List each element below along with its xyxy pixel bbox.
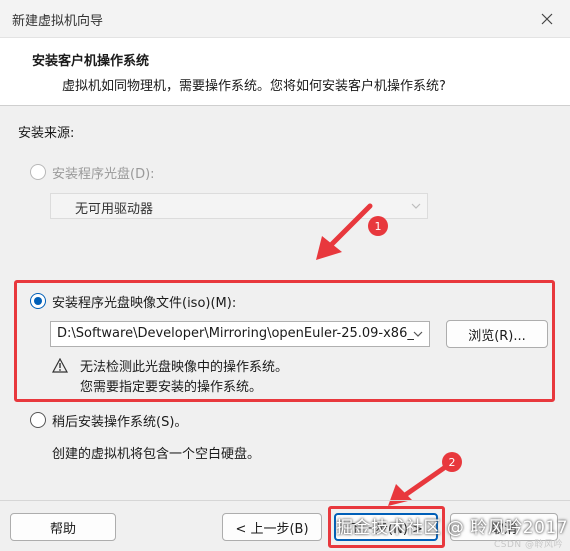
install-later-description: 创建的虚拟机将包含一个空白硬盘。 [52, 447, 261, 462]
iso-path-combobox[interactable]: D:\Software\Developer\Mirroring\openEule… [50, 321, 430, 347]
disc-drive-value: 无可用驱动器 [75, 202, 154, 217]
step-badge-1: 1 [368, 216, 388, 236]
disc-radio-label: 安装程序光盘(D): [52, 167, 155, 182]
footer-divider [0, 500, 570, 501]
install-later-radio[interactable] [30, 412, 46, 428]
iso-radio[interactable] [30, 293, 46, 309]
iso-path-value: D:\Software\Developer\Mirroring\openEule… [57, 326, 414, 341]
warning-icon [52, 358, 68, 373]
watermark-text: 掘金技术社区 @ 聆风吟2017 [336, 518, 569, 538]
page-title: 安装客户机操作系统 [32, 54, 150, 69]
window-title: 新建虚拟机向导 [12, 14, 104, 29]
install-later-label: 稍后安装操作系统(S)。 [52, 415, 188, 430]
chevron-down-icon [413, 331, 423, 337]
chevron-down-icon [411, 203, 421, 209]
back-button[interactable]: < 上一步(B) [222, 513, 322, 541]
warning-line-2: 您需要指定要安装的操作系统。 [80, 380, 263, 395]
close-icon [541, 13, 553, 25]
install-source-label: 安装来源: [18, 126, 75, 141]
browse-button[interactable]: 浏览(R)... [446, 320, 548, 348]
disc-radio[interactable] [30, 164, 46, 180]
close-button[interactable] [532, 4, 562, 34]
disc-drive-dropdown[interactable]: 无可用驱动器 [50, 193, 428, 219]
watermark-small-text: CSDN @聆风吟 [494, 540, 564, 550]
page-subtitle: 虚拟机如同物理机，需要操作系统。您将如何安装客户机操作系统? [62, 79, 446, 94]
iso-radio-label: 安装程序光盘映像文件(iso)(M): [52, 296, 237, 311]
step-badge-2: 2 [442, 452, 462, 472]
help-button[interactable]: 帮助 [10, 513, 116, 541]
title-bar: 新建虚拟机向导 [0, 0, 570, 38]
wizard-header: 安装客户机操作系统 虚拟机如同物理机，需要操作系统。您将如何安装客户机操作系统? [0, 38, 570, 106]
warning-line-1: 无法检测此光盘映像中的操作系统。 [80, 360, 289, 375]
